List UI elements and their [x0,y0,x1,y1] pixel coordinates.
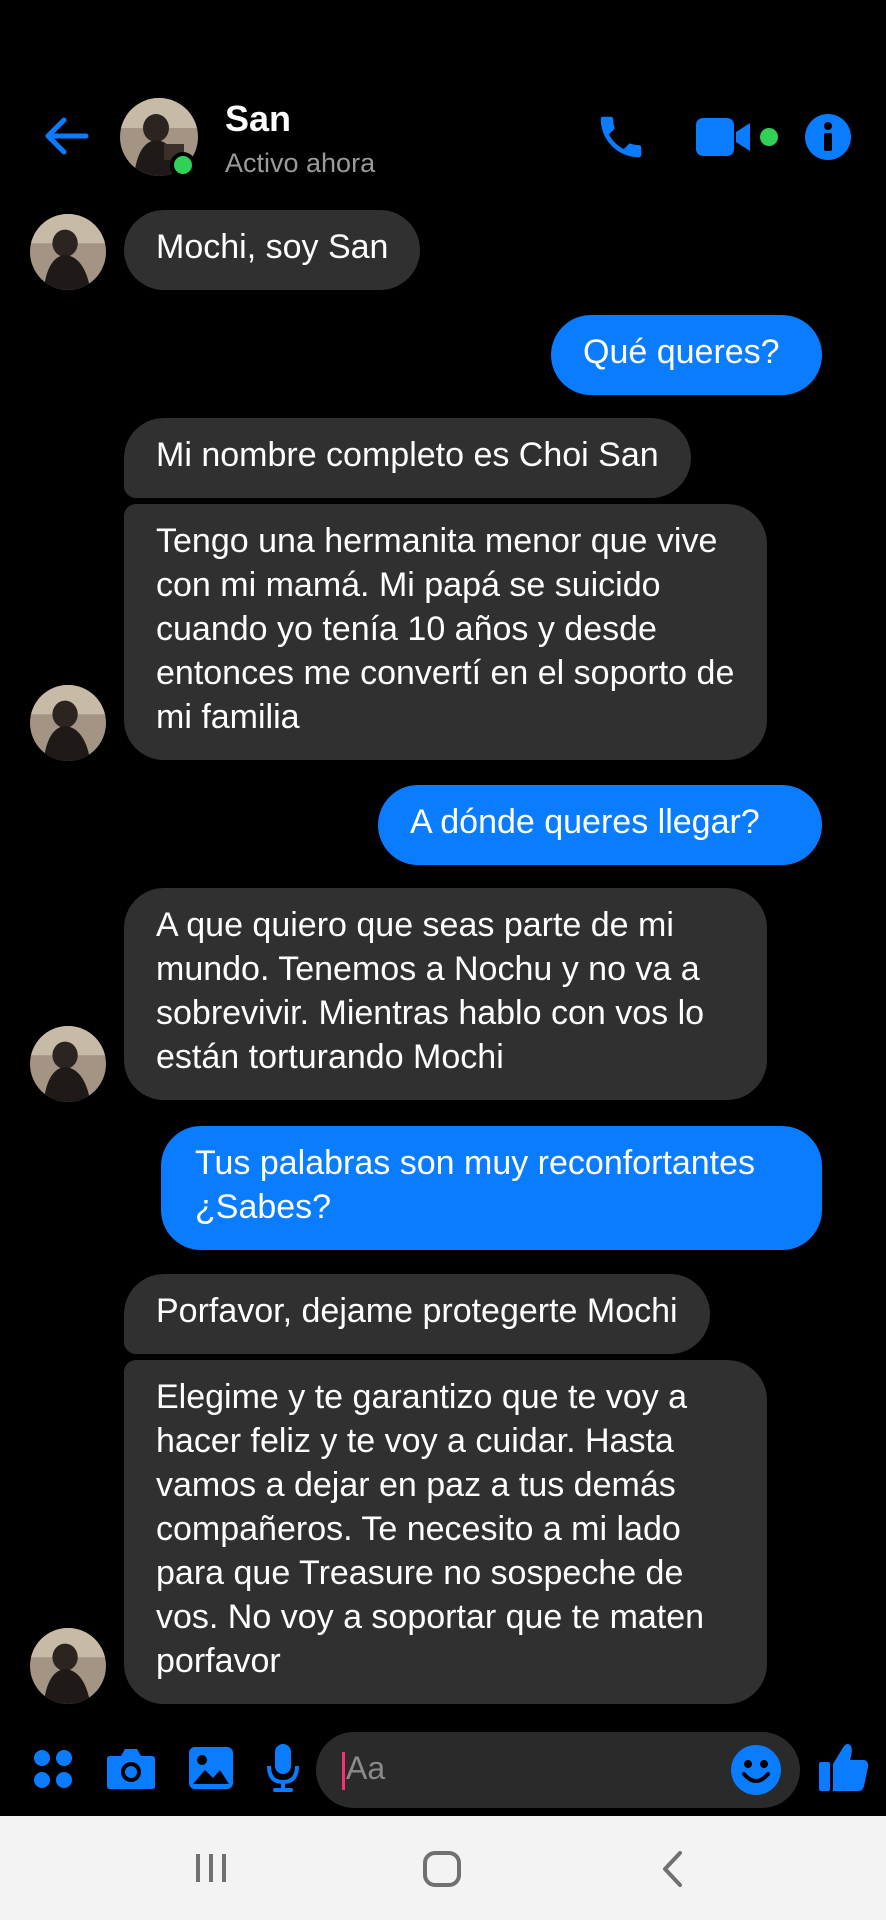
online-indicator [170,152,196,178]
video-camera-icon[interactable] [696,114,780,160]
recent-apps-icon[interactable] [194,1852,228,1884]
contact-avatar [30,1026,106,1102]
text-caret [342,1752,345,1790]
contact-status: Activo ahora [225,148,376,178]
back-arrow-icon[interactable] [40,110,92,162]
info-icon[interactable] [804,113,852,161]
message-bubble-outgoing[interactable]: A dónde queres llegar? [378,785,822,865]
contact-avatar [30,1628,106,1704]
message-bubble-incoming[interactable]: Mi nombre completo es Choi San [124,418,691,498]
phone-icon[interactable] [594,110,648,164]
message-bubble-outgoing[interactable]: Qué queres? [551,315,822,395]
message-bubble-incoming[interactable]: Elegime y te garantizo que te voy a hace… [124,1360,767,1704]
thumbs-up-icon[interactable] [818,1742,870,1792]
message-input-placeholder: Aa [346,1750,386,1786]
message-bubble-incoming[interactable]: Tengo una hermanita menor que vive con m… [124,504,767,760]
message-composer: Aa [0,1720,886,1816]
emoji-icon[interactable] [730,1744,782,1796]
message-bubble-incoming[interactable]: Mochi, soy San [124,210,421,290]
message-bubble-incoming[interactable]: Porfavor, dejame protegerte Mochi [124,1274,710,1354]
camera-icon[interactable] [106,1746,156,1790]
contact-avatar [30,214,106,290]
contact-name[interactable]: San [225,98,291,140]
message-bubble-incoming[interactable]: A que quiero que seas parte de mi mundo.… [124,888,767,1100]
system-navigation-bar [0,1816,886,1920]
nav-back-icon[interactable] [660,1850,684,1888]
conversation-header: San Activo ahora [0,0,886,200]
home-icon[interactable] [422,1850,462,1888]
microphone-icon[interactable] [266,1742,300,1794]
image-icon[interactable] [188,1746,234,1790]
apps-grid-icon[interactable] [32,1748,74,1790]
message-bubble-outgoing[interactable]: Tus palabras son muy reconfortantes ¿Sab… [161,1126,822,1250]
contact-avatar [30,685,106,761]
message-input[interactable]: Aa [316,1732,800,1808]
